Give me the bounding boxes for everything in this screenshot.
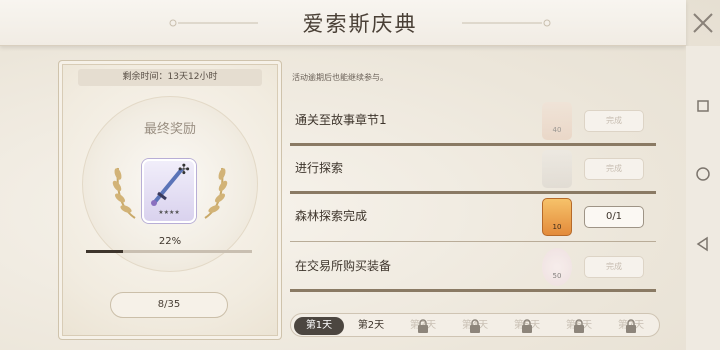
tab-day-4[interactable]: 第4天 bbox=[450, 317, 500, 335]
reward-amount: 50 bbox=[552, 272, 562, 280]
remaining-time: 剩余时间：13天12小时 bbox=[78, 69, 262, 86]
circle-nav-icon[interactable] bbox=[695, 166, 711, 182]
lock-icon bbox=[470, 319, 480, 333]
lock-icon bbox=[574, 319, 584, 333]
task-label: 进行探索 bbox=[295, 161, 344, 175]
reward-amount: 40 bbox=[552, 126, 562, 134]
expand-icon[interactable]: ✣ bbox=[178, 162, 190, 178]
reward-amount: 10 bbox=[552, 223, 562, 231]
task-progress-button[interactable]: 0/1 bbox=[584, 206, 644, 228]
task-label: 在交易所购买装备 bbox=[295, 259, 392, 273]
progress-count: 8/35 bbox=[110, 292, 228, 318]
task-row: 森林探索完成 10 0/1 bbox=[290, 194, 656, 242]
lock-icon bbox=[522, 319, 532, 333]
final-reward-title: 最终奖励 bbox=[143, 122, 196, 137]
left-laurel-icon bbox=[112, 167, 136, 219]
tab-day-5[interactable]: 第5天 bbox=[502, 317, 552, 335]
reward-card-caption: ★★★★ bbox=[158, 209, 180, 216]
lock-icon bbox=[418, 319, 428, 333]
task-label: 森林探索完成 bbox=[295, 209, 368, 223]
task-complete-button[interactable]: 完成 bbox=[584, 256, 644, 278]
reward-gem-icon[interactable]: 10 bbox=[542, 198, 572, 236]
tab-day-1[interactable]: 第1天 bbox=[294, 317, 344, 335]
task-complete-button[interactable]: 完成 bbox=[584, 110, 644, 132]
reward-chest-icon[interactable]: 40 bbox=[542, 102, 572, 140]
tab-day-7[interactable]: 第7天 bbox=[606, 317, 656, 335]
tab-day-6[interactable]: 第6天 bbox=[554, 317, 604, 335]
square-nav-icon[interactable] bbox=[695, 98, 711, 114]
task-row: 进行探索 完成 bbox=[290, 146, 656, 194]
close-icon bbox=[693, 13, 713, 33]
task-complete-button[interactable]: 完成 bbox=[584, 158, 644, 180]
task-row: 在交易所购买装备 50 完成 bbox=[290, 244, 656, 292]
right-laurel-icon bbox=[204, 167, 228, 219]
reward-token-icon[interactable]: 50 bbox=[542, 248, 572, 286]
task-label: 通关至故事章节1 bbox=[295, 113, 387, 127]
system-nav-bar bbox=[686, 46, 720, 350]
notice-text: 活动逾期后也能继续参与。 bbox=[292, 73, 388, 82]
lock-icon bbox=[626, 319, 636, 333]
back-nav-icon[interactable] bbox=[695, 236, 711, 252]
divider bbox=[290, 289, 656, 292]
close-button[interactable] bbox=[686, 0, 720, 46]
tab-day-3[interactable]: 第3天 bbox=[398, 317, 448, 335]
progress-fill bbox=[86, 250, 123, 253]
progress-bar bbox=[86, 250, 252, 253]
day-tab-bar: 第1天 第2天 第3天 第4天 第5天 第6天 第7天 bbox=[290, 313, 660, 337]
divider bbox=[290, 241, 656, 242]
page-title: 爱索斯庆典 bbox=[302, 12, 418, 36]
progress-percent: 22% bbox=[158, 236, 182, 247]
task-row: 通关至故事章节1 40 完成 bbox=[290, 98, 656, 146]
tab-day-2[interactable]: 第2天 bbox=[346, 317, 396, 335]
scroll-item-icon[interactable] bbox=[542, 150, 572, 188]
